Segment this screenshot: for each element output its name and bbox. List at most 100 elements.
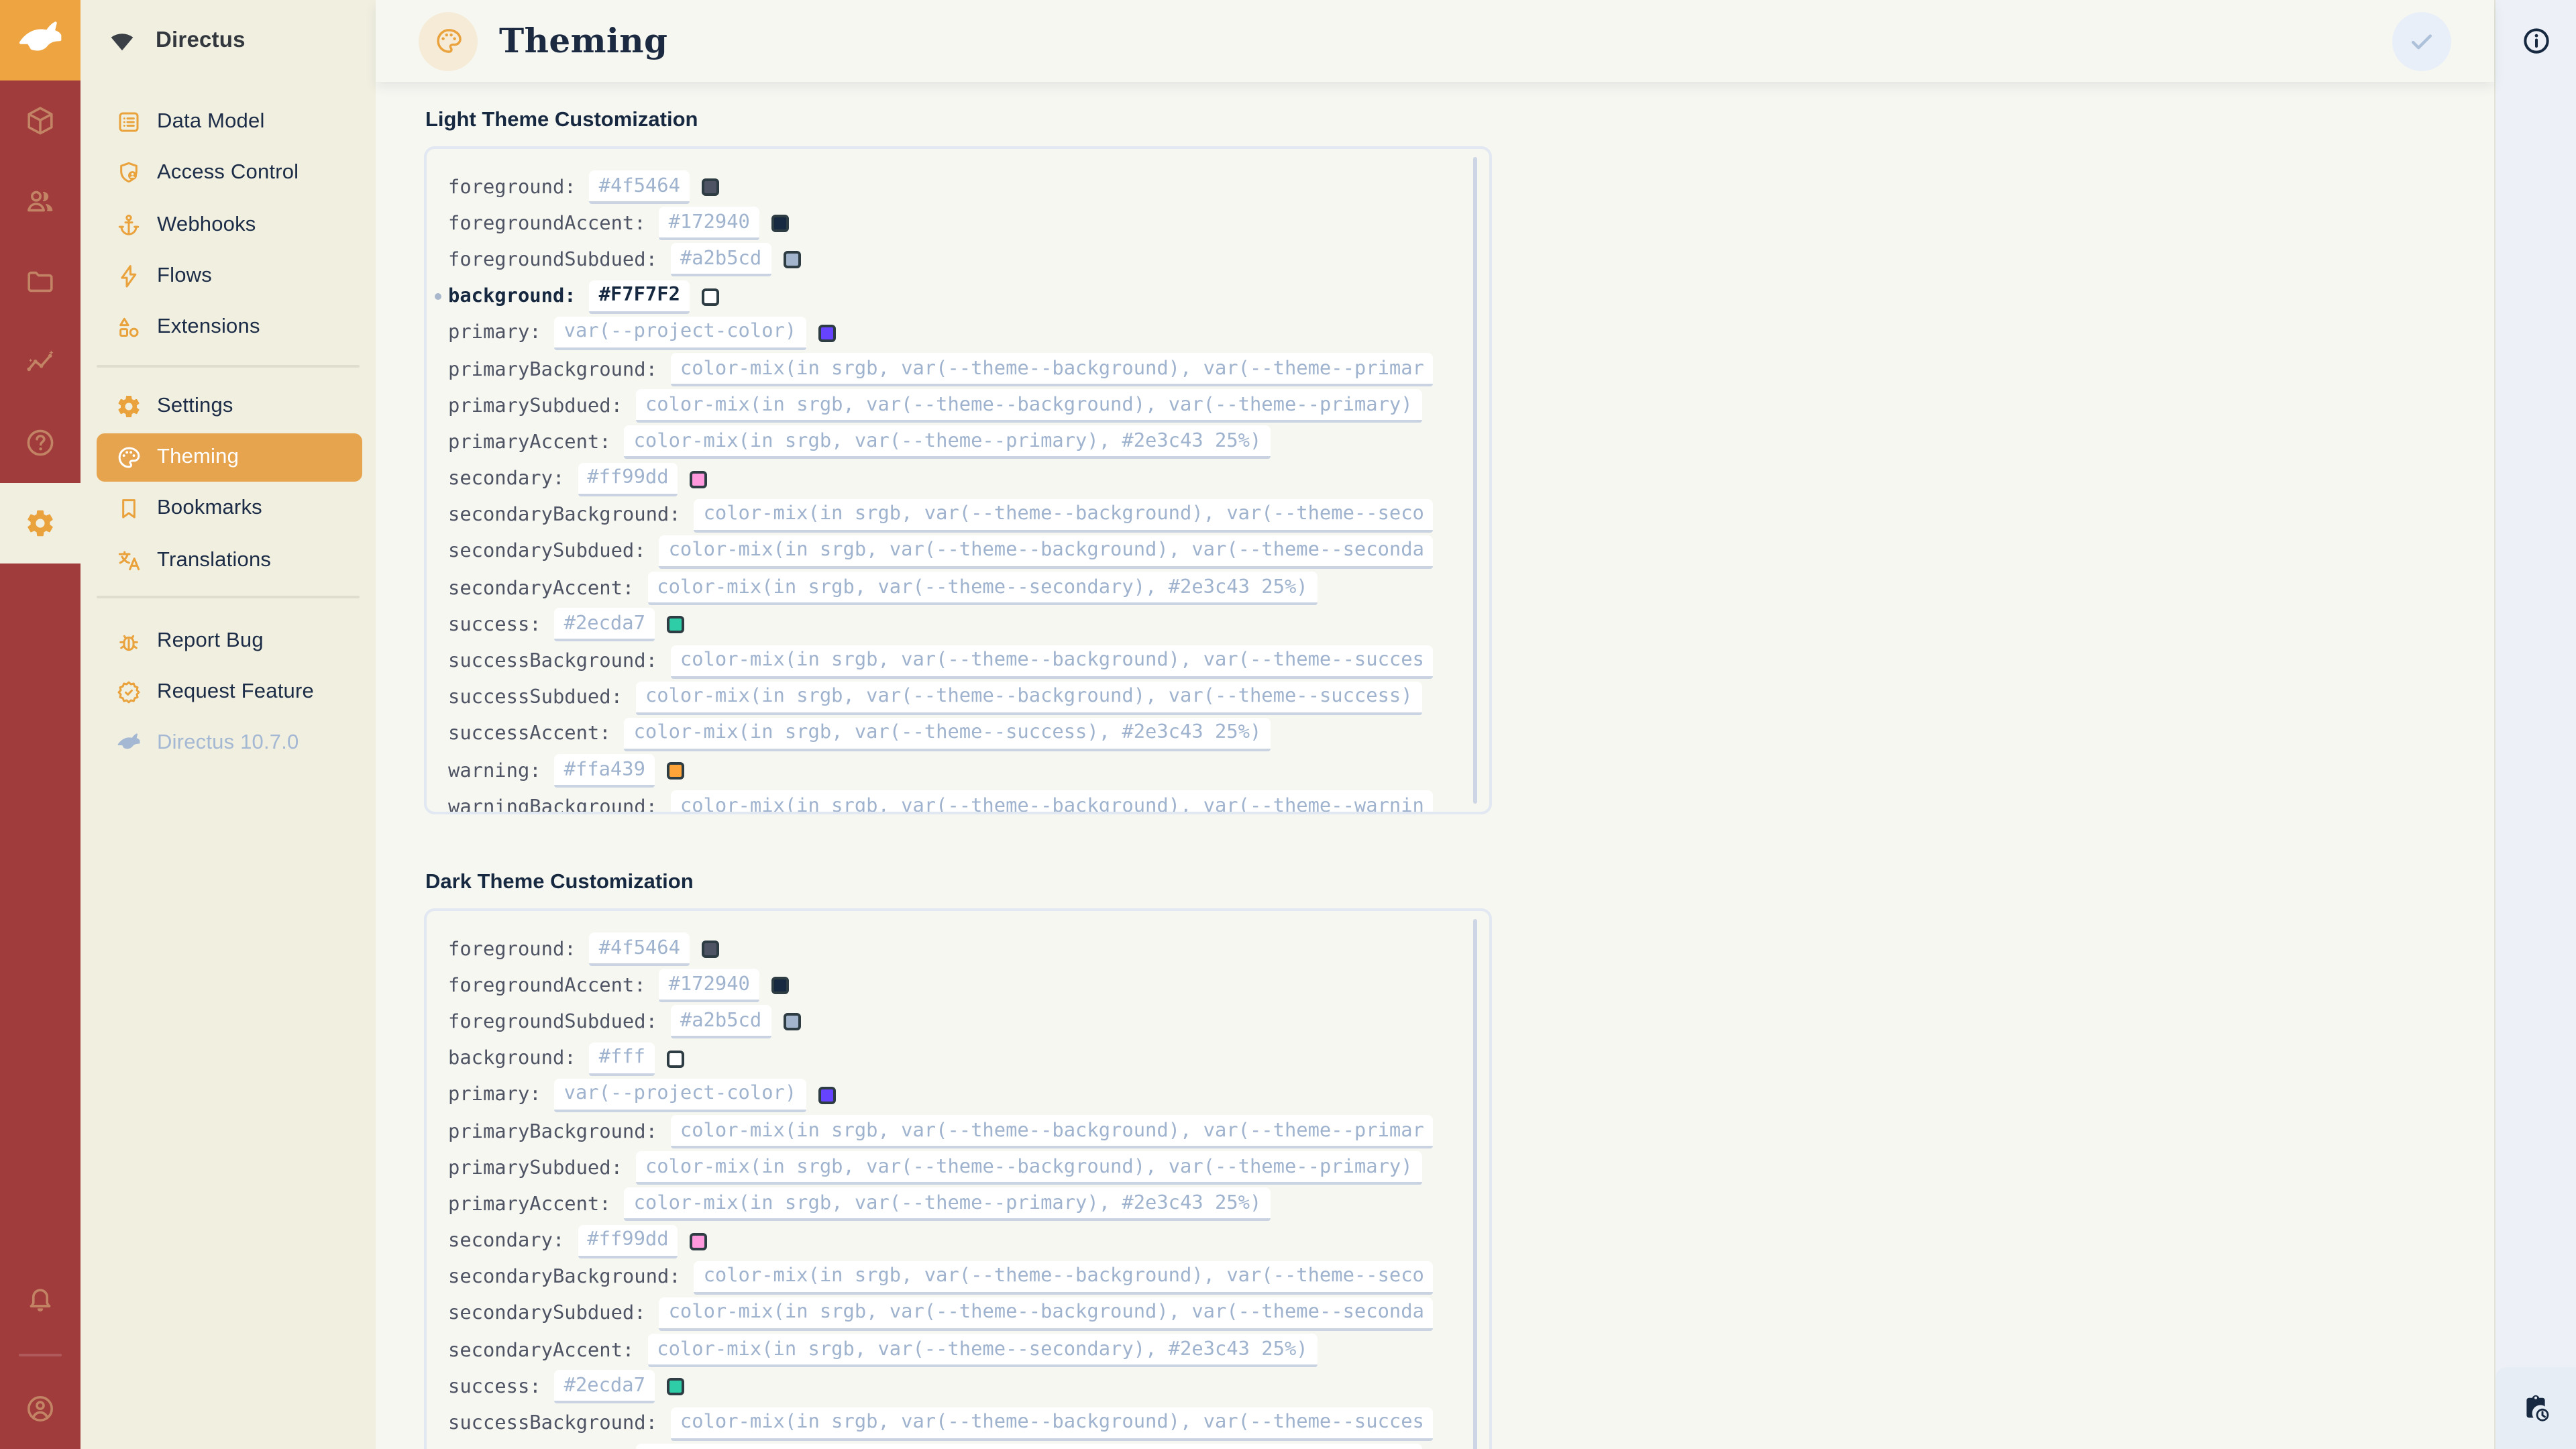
theme-variable-value-input[interactable]: color-mix(in srgb, var(--theme--backgrou… [671,645,1434,678]
sidebar-item-access-control[interactable]: Access Control [80,148,376,200]
theme-variable-row: secondaryAccent:color-mix(in srgb, var(-… [448,570,1444,606]
module-users-button[interactable] [0,161,80,241]
theme-variable-value-input[interactable]: color-mix(in srgb, var(--theme--backgrou… [636,389,1422,423]
code-block-scrollbar[interactable] [1473,157,1477,804]
section-label: Dark Theme Customization [425,871,2446,895]
navigation-sidebar: Directus Data ModelAccess ControlWebhook… [80,0,376,1449]
theme-variable-value-input[interactable]: #a2b5cd [671,1006,771,1039]
sidebar-item-label: Directus 10.7.0 [157,732,299,756]
theme-variable-value-input[interactable]: color-mix(in srgb, var(--theme--success)… [625,718,1271,751]
theme-variable-row: primary:var(--project-color) [448,1077,1444,1114]
sidebar-item-webhooks[interactable]: Webhooks [80,199,376,251]
theme-variable-value-input[interactable]: #4f5464 [590,170,690,204]
cube-icon [24,105,56,137]
theme-variable-value-input[interactable]: color-mix(in srgb, var(--theme--secondar… [647,1334,1317,1367]
revisions-sidebar-button[interactable] [2496,1367,2576,1449]
directus-logo-button[interactable] [0,0,80,80]
sidebar-item-settings[interactable]: Settings [80,380,376,432]
theme-variable-value-input[interactable]: #4f5464 [590,932,690,966]
theme-variable-key: success: [448,614,541,636]
theme-variable-value-input[interactable]: color-mix(in srgb, var(--theme--primary)… [625,1188,1271,1222]
gear-icon [115,392,142,419]
module-settings-button[interactable] [0,483,80,564]
theme-variable-value-input[interactable]: color-mix(in srgb, var(--theme--backgrou… [659,1297,1434,1331]
theme-variable-value-input[interactable]: color-mix(in srgb, var(--theme--primary)… [625,426,1271,460]
gear-icon [24,507,56,539]
theme-variable-value-input[interactable]: #2ecda7 [555,1371,655,1404]
data-model-icon [115,109,142,136]
theme-variable-value-input[interactable]: #ffa439 [555,754,655,788]
sidebar-item-data-model[interactable]: Data Model [80,97,376,148]
theme-variable-row: foregroundSubdued: #a2b5cd [448,1004,1444,1040]
theme-variable-key: foregroundSubdued: [448,1012,657,1033]
theme-variable-value-input[interactable]: #a2b5cd [671,244,771,277]
theme-variable-row: primaryBackground:color-mix(in srgb, var… [448,352,1444,388]
theme-variable-value-input[interactable]: color-mix(in srgb, var(--theme--backgrou… [636,681,1422,714]
theme-variable-value-input[interactable]: #172940 [659,969,759,1003]
theme-variable-key: warning: [448,760,541,782]
sidebar-item-theming[interactable]: Theming [80,432,376,484]
theme-variable-key: warningBackground: [448,797,657,812]
sidebar-item-translations[interactable]: Translations [80,535,376,586]
module-docs-button[interactable] [0,402,80,483]
theme-raw-editor: foreground:#4f5464foregroundAccent:#1729… [427,149,1489,812]
theme-variable-value-input[interactable]: color-mix(in srgb, var(--theme--backgrou… [694,1261,1434,1295]
module-notifications-button[interactable] [0,1261,80,1342]
module-bar-divider [19,1354,62,1356]
check-icon [2407,26,2436,56]
sidebar-item-request-feature[interactable]: Request Feature [80,667,376,718]
sidebar-item-bookmarks[interactable]: Bookmarks [80,483,376,535]
palette-icon [115,444,142,471]
theme-variable-value-input[interactable]: #2ecda7 [555,608,655,642]
settings-nav-list: Data ModelAccess ControlWebhooksFlowsExt… [80,80,376,769]
theme-variable-row: primaryAccent:color-mix(in srgb, var(--t… [448,1187,1444,1223]
theme-variable-value-input[interactable]: color-mix(in srgb, var(--theme--backgrou… [671,1407,1434,1440]
theme-variable-key: primarySubdued: [448,1157,623,1179]
dark-theme-code-block: foreground:#4f5464foregroundAccent:#1729… [424,908,1492,1449]
theme-variable-value-input[interactable]: #fff [590,1042,655,1075]
badge-check-icon [115,679,142,706]
theme-variable-key: foregroundAccent: [448,213,646,235]
theme-variable-key: secondaryAccent: [448,1340,634,1361]
module-insights-button[interactable] [0,322,80,402]
theme-variable-value-input[interactable]: #172940 [659,207,759,241]
sidebar-item-flows[interactable]: Flows [80,251,376,303]
theme-variable-value-input[interactable]: color-mix(in srgb, var(--theme--backgrou… [694,499,1434,533]
theme-variable-value-input[interactable]: var(--project-color) [555,317,806,350]
theme-variable-row: primarySubdued:color-mix(in srgb, var(--… [448,388,1444,424]
module-content-button[interactable] [0,80,80,161]
theme-variable-value-input[interactable]: color-mix(in srgb, var(--theme--backgrou… [636,1151,1422,1185]
theme-variable-value-input[interactable]: #ff99dd [578,462,678,496]
theme-variable-row: successSubdued: color-mix(in srgb, var(--… [448,680,1444,716]
bell-icon [24,1285,56,1318]
module-account-button[interactable] [0,1368,80,1449]
info-sidebar [2494,0,2576,1449]
theme-variable-key: foreground: [448,938,576,960]
theme-variable-row: primaryBackground:color-mix(in srgb, var… [448,1114,1444,1150]
theme-variable-value-input[interactable]: color-mix(in srgb, var(--theme--backgrou… [636,1443,1422,1449]
theme-variable-row: secondary:#ff99dd [448,1223,1444,1259]
info-icon [2520,25,2551,56]
info-sidebar-toggle[interactable] [2496,0,2576,80]
theme-variable-value-input[interactable]: color-mix(in srgb, var(--theme--backgrou… [671,1115,1434,1148]
sidebar-item-report-bug[interactable]: Report Bug [80,615,376,667]
code-block-scrollbar[interactable] [1473,919,1477,1449]
theme-variable-value-input[interactable]: #F7F7F2 [590,280,690,313]
theme-variable-value-input[interactable]: color-mix(in srgb, var(--theme--backgrou… [659,535,1434,569]
project-switcher[interactable]: Directus [80,0,376,80]
theme-variable-value-input[interactable]: color-mix(in srgb, var(--theme--secondar… [647,572,1317,605]
theme-variable-value-input[interactable]: var(--project-color) [555,1079,806,1112]
theme-variable-value-input[interactable]: color-mix(in srgb, var(--theme--backgrou… [671,791,1434,812]
save-button[interactable] [2392,11,2451,70]
theme-variable-key: secondaryBackground: [448,505,681,527]
theme-variable-key: successBackground: [448,651,657,672]
project-wedge-icon [105,25,140,55]
theme-variable-key: primary: [448,323,541,344]
theme-variable-value-input[interactable]: color-mix(in srgb, var(--theme--backgrou… [671,353,1434,386]
theme-variable-key: successSubdued: [448,687,623,708]
sidebar-item-extensions[interactable]: Extensions [80,302,376,354]
module-files-button[interactable] [0,241,80,322]
theme-variable-value-input[interactable]: #ff99dd [578,1224,678,1258]
color-swatch [702,288,719,305]
color-swatch [667,1379,684,1396]
